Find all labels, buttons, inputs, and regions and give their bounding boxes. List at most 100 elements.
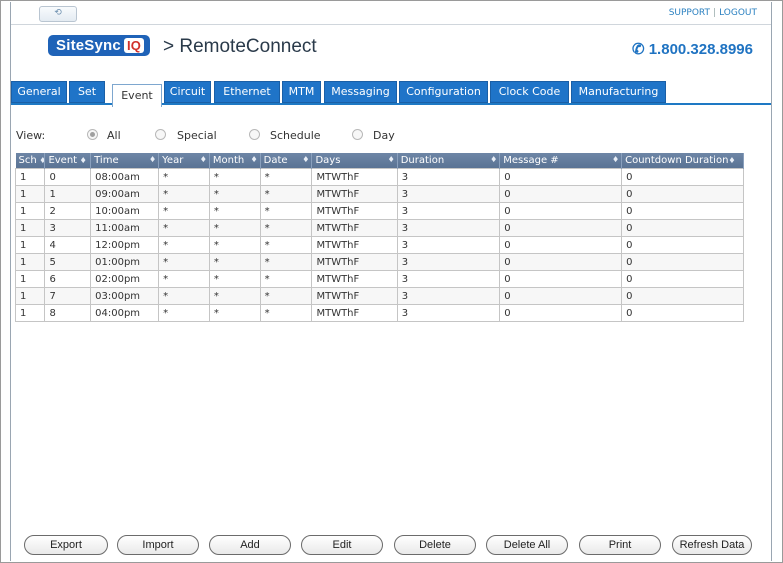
delete-button[interactable]: Delete: [394, 535, 476, 555]
table-row[interactable]: 1 0 08:00am * * * MTWThF 3 0 0: [14, 168, 744, 186]
cell-time: 02:00pm: [90, 270, 160, 288]
sort-arrows-icon[interactable]: ♦: [77, 156, 87, 165]
col-header-event[interactable]: Event ♦: [44, 153, 92, 169]
cell-countdown: 0: [621, 304, 744, 322]
radio-schedule[interactable]: [249, 129, 260, 140]
cell-date: *: [259, 185, 313, 203]
tab-set[interactable]: Set: [69, 81, 105, 103]
sort-arrows-icon[interactable]: ♦: [612, 155, 619, 164]
tab-ethernet[interactable]: Ethernet: [214, 81, 280, 103]
cell-duration: 3: [396, 253, 501, 271]
cell-duration: 3: [396, 270, 501, 288]
cell-message: 0: [499, 270, 623, 288]
refresh-data-button[interactable]: Refresh Data: [672, 535, 752, 555]
table-row[interactable]: 1 3 11:00am * * * MTWThF 3 0 0: [14, 219, 744, 237]
tab-configuration[interactable]: Configuration: [399, 81, 488, 103]
radio-special[interactable]: [155, 129, 166, 140]
cell-sch: 1: [14, 287, 46, 305]
tab-bar: General Set Event Circuit Ethernet MTM M…: [11, 81, 771, 107]
table-row[interactable]: 1 4 12:00pm * * * MTWThF 3 0 0: [14, 236, 744, 254]
tab-general[interactable]: General: [11, 81, 67, 103]
view-filter: View: All Special Schedule Day: [16, 129, 416, 143]
cell-message: 0: [499, 236, 623, 254]
add-button[interactable]: Add: [209, 535, 291, 555]
export-button[interactable]: Export: [24, 535, 108, 555]
radio-all-label: All: [107, 129, 121, 142]
cell-days: MTWThF: [311, 287, 398, 305]
radio-day[interactable]: [352, 129, 363, 140]
support-link[interactable]: SUPPORT: [669, 8, 710, 18]
logo-text: SiteSync: [56, 37, 121, 54]
tab-event[interactable]: Event: [112, 84, 162, 107]
cell-countdown: 0: [621, 168, 744, 186]
tab-circuit[interactable]: Circuit: [164, 81, 211, 103]
sort-arrows-icon[interactable]: ♦: [728, 156, 735, 165]
col-header-message[interactable]: Message # ♦: [499, 153, 623, 169]
cell-year: *: [158, 304, 210, 322]
cell-message: 0: [499, 202, 623, 220]
site-switch-button[interactable]: ⟲: [39, 6, 77, 22]
cell-days: MTWThF: [311, 219, 398, 237]
cell-month: *: [208, 270, 261, 288]
cell-message: 0: [499, 219, 623, 237]
print-button[interactable]: Print: [579, 535, 661, 555]
cell-time: 04:00pm: [90, 304, 160, 322]
cell-days: MTWThF: [311, 236, 398, 254]
table-row[interactable]: 1 8 04:00pm * * * MTWThF 3 0 0: [14, 304, 744, 322]
cell-time: 10:00am: [90, 202, 160, 220]
cell-duration: 3: [396, 202, 501, 220]
cell-year: *: [158, 168, 210, 186]
edit-button[interactable]: Edit: [301, 535, 383, 555]
tab-mtm[interactable]: MTM: [282, 81, 321, 103]
logout-link[interactable]: LOGOUT: [719, 8, 757, 18]
cell-message: 0: [499, 287, 623, 305]
col-header-time[interactable]: Time ♦: [90, 153, 160, 169]
sort-arrows-icon[interactable]: ♦: [149, 155, 156, 164]
tab-clock-code[interactable]: Clock Code: [490, 81, 569, 103]
cell-year: *: [158, 253, 210, 271]
col-header-duration[interactable]: Duration ♦: [397, 153, 501, 169]
col-header-countdown[interactable]: Countdown Duration♦: [621, 153, 744, 169]
tab-manufacturing[interactable]: Manufacturing: [571, 81, 666, 103]
tab-messaging[interactable]: Messaging: [324, 81, 397, 103]
radio-day-label: Day: [373, 129, 395, 142]
table-header-row: Sch ♦ Event ♦ Time♦ Year♦ Month♦ Date♦ D…: [15, 153, 744, 169]
col-header-days[interactable]: Days ♦: [311, 153, 398, 169]
table-row[interactable]: 1 1 09:00am * * * MTWThF 3 0 0: [14, 185, 744, 203]
cell-date: *: [259, 219, 313, 237]
sort-arrows-icon[interactable]: ♦: [388, 155, 395, 164]
radio-all[interactable]: [87, 129, 98, 140]
cell-event: 3: [44, 219, 92, 237]
phone-icon: ✆: [631, 41, 649, 58]
cell-year: *: [158, 236, 210, 254]
cell-date: *: [259, 287, 313, 305]
cell-month: *: [208, 304, 261, 322]
cell-duration: 3: [396, 304, 501, 322]
radio-special-label: Special: [177, 129, 217, 142]
table-row[interactable]: 1 2 10:00am * * * MTWThF 3 0 0: [14, 202, 744, 220]
cell-countdown: 0: [621, 270, 744, 288]
col-header-sch[interactable]: Sch ♦: [15, 153, 46, 169]
cell-event: 5: [44, 253, 92, 271]
phone-text: 1.800.328.8996: [648, 41, 753, 58]
import-button[interactable]: Import: [117, 535, 199, 555]
sort-arrows-icon[interactable]: ♦: [302, 155, 309, 164]
sort-arrows-icon[interactable]: ♦: [490, 155, 497, 164]
sort-arrows-icon[interactable]: ♦: [200, 155, 207, 164]
table-row[interactable]: 1 6 02:00pm * * * MTWThF 3 0 0: [14, 270, 744, 288]
sort-arrows-icon[interactable]: ♦: [37, 156, 44, 165]
link-separator: |: [713, 8, 717, 18]
table-row[interactable]: 1 7 03:00pm * * * MTWThF 3 0 0: [14, 287, 744, 305]
cell-sch: 1: [14, 253, 46, 271]
cell-year: *: [158, 287, 210, 305]
col-header-month[interactable]: Month ♦: [209, 153, 261, 169]
delete-all-button[interactable]: Delete All: [486, 535, 568, 555]
table-row[interactable]: 1 5 01:00pm * * * MTWThF 3 0 0: [14, 253, 744, 271]
col-header-date[interactable]: Date ♦: [260, 153, 313, 169]
radio-schedule-label: Schedule: [270, 129, 321, 142]
cell-month: *: [208, 202, 261, 220]
col-header-year[interactable]: Year ♦: [158, 153, 210, 169]
cell-sch: 1: [14, 168, 46, 186]
sort-arrows-icon[interactable]: ♦: [251, 155, 258, 164]
cell-date: *: [259, 168, 313, 186]
